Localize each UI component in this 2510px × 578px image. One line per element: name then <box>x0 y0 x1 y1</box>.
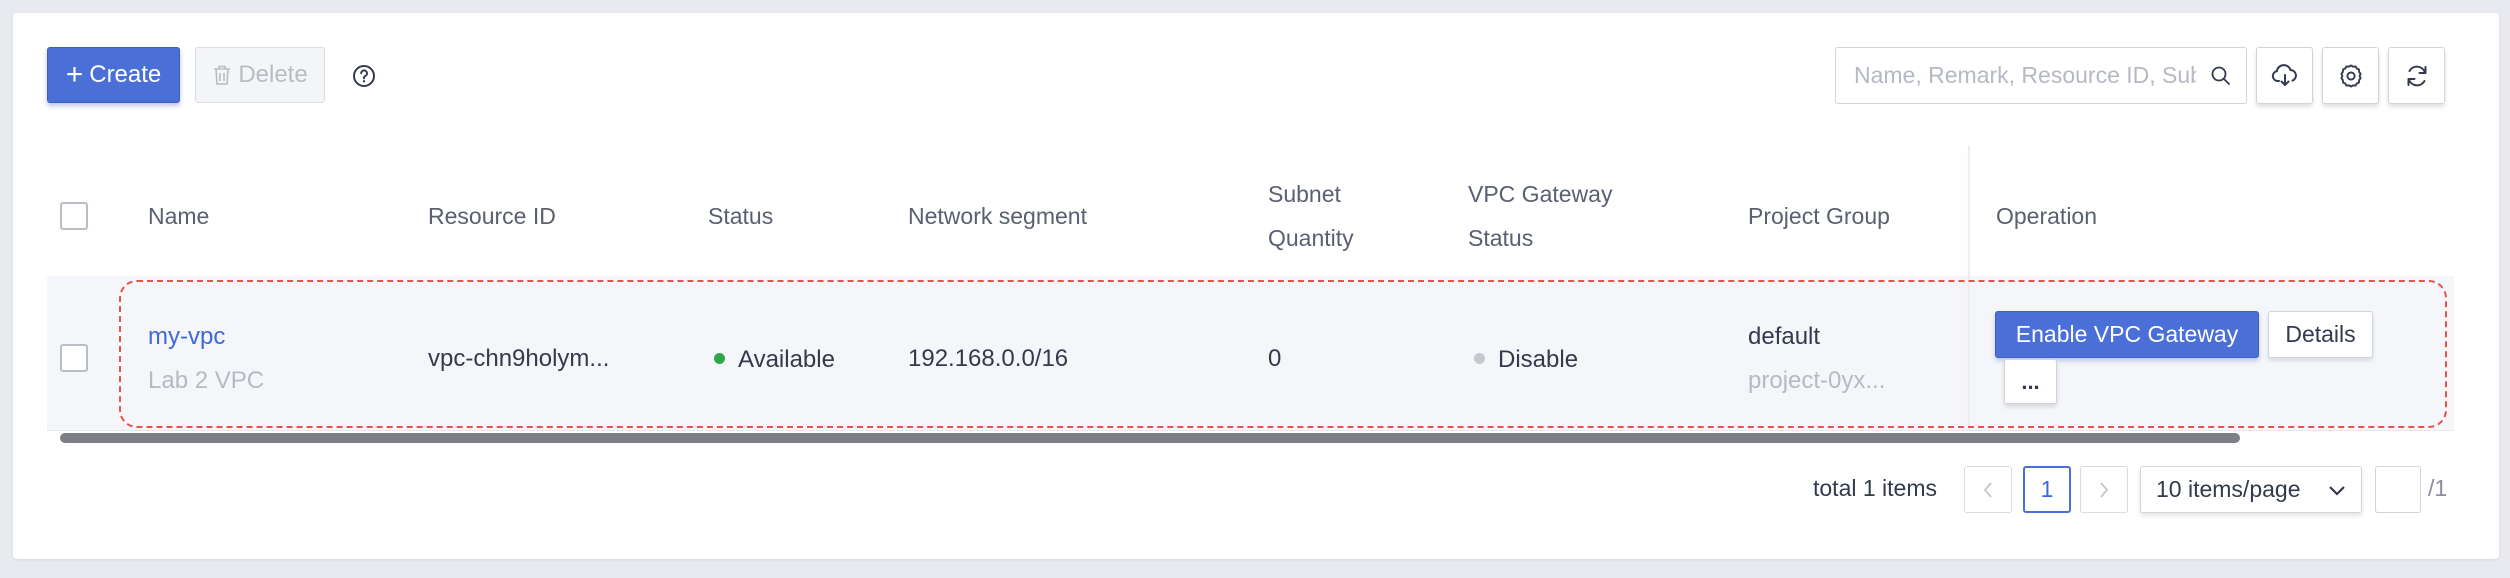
total-items: total 1 items <box>1813 475 1937 501</box>
delete-button-label: Delete <box>238 61 308 88</box>
prev-page-button[interactable] <box>1964 466 2012 513</box>
page-size-value: 10 items/page <box>2156 476 2301 502</box>
page-size-select[interactable]: 10 items/page <box>2140 466 2362 513</box>
status-cell: Available <box>714 346 835 374</box>
gateway-status-dot-icon <box>1474 353 1485 365</box>
column-header-project-group[interactable]: Project Group <box>1748 194 1890 238</box>
page-1-button[interactable]: 1 <box>2023 466 2071 513</box>
vpc-gateway-status-cell: Disable <box>1474 346 1578 374</box>
chevron-down-icon <box>2329 486 2345 496</box>
cloud-download-icon <box>2271 63 2297 86</box>
resource-id: vpc-chn9holym... <box>428 345 610 372</box>
project-id: project-0yx... <box>1748 367 1886 394</box>
search-icon[interactable] <box>2210 65 2232 87</box>
vpc-name-link[interactable]: my-vpc <box>148 323 225 351</box>
column-header-name[interactable]: Name <box>148 194 209 238</box>
more-actions-button[interactable]: ... <box>2004 359 2057 404</box>
refresh-icon <box>2407 65 2426 86</box>
trash-icon <box>214 65 231 85</box>
subnet-quantity: 0 <box>1268 345 1282 372</box>
search-input[interactable] <box>1836 48 2196 103</box>
settings-button[interactable] <box>2322 47 2379 104</box>
create-button-label: Create <box>89 61 162 88</box>
horizontal-scrollbar[interactable] <box>60 433 2240 443</box>
row-divider <box>47 430 2454 431</box>
create-button[interactable]: + Create <box>47 47 180 103</box>
row-checkbox[interactable] <box>60 344 88 372</box>
vpc-gateway-status-text: Disable <box>1498 346 1579 373</box>
help-icon[interactable] <box>352 64 376 88</box>
column-header-network-segment[interactable]: Network segment <box>908 194 1087 238</box>
plus-icon: + <box>65 58 84 91</box>
column-header-status[interactable]: Status <box>708 194 773 238</box>
network-segment: 192.168.0.0/16 <box>908 345 1069 372</box>
download-button[interactable] <box>2256 47 2313 104</box>
column-header-resource-id[interactable]: Resource ID <box>428 194 556 238</box>
status-dot-icon <box>714 353 725 365</box>
total-pages: /1 <box>2428 475 2448 501</box>
column-header-subnet-quantity-line2[interactable]: Quantity <box>1268 216 1354 260</box>
details-button[interactable]: Details <box>2268 311 2373 358</box>
column-header-subnet-quantity-line1[interactable]: Subnet <box>1268 172 1341 216</box>
search-box <box>1835 47 2247 104</box>
vpc-remark: Lab 2 VPC <box>148 367 265 394</box>
column-header-operation: Operation <box>1996 203 2098 229</box>
project-group: default <box>1748 323 1821 350</box>
column-header-vpc-gateway-status-line1[interactable]: VPC Gateway <box>1468 172 1612 216</box>
chevron-right-icon <box>2100 481 2109 498</box>
select-all-checkbox[interactable] <box>60 202 88 230</box>
next-page-button[interactable] <box>2080 466 2128 513</box>
gear-icon <box>2339 64 2362 87</box>
column-header-vpc-gateway-status-line2[interactable]: Status <box>1468 216 1533 260</box>
enable-vpc-gateway-button[interactable]: Enable VPC Gateway <box>1995 311 2259 358</box>
delete-button[interactable]: Delete <box>195 47 325 103</box>
status-text: Available <box>738 346 835 373</box>
page-jump-input[interactable] <box>2375 466 2421 513</box>
chevron-left-icon <box>1983 481 1992 498</box>
refresh-button[interactable] <box>2388 47 2445 104</box>
